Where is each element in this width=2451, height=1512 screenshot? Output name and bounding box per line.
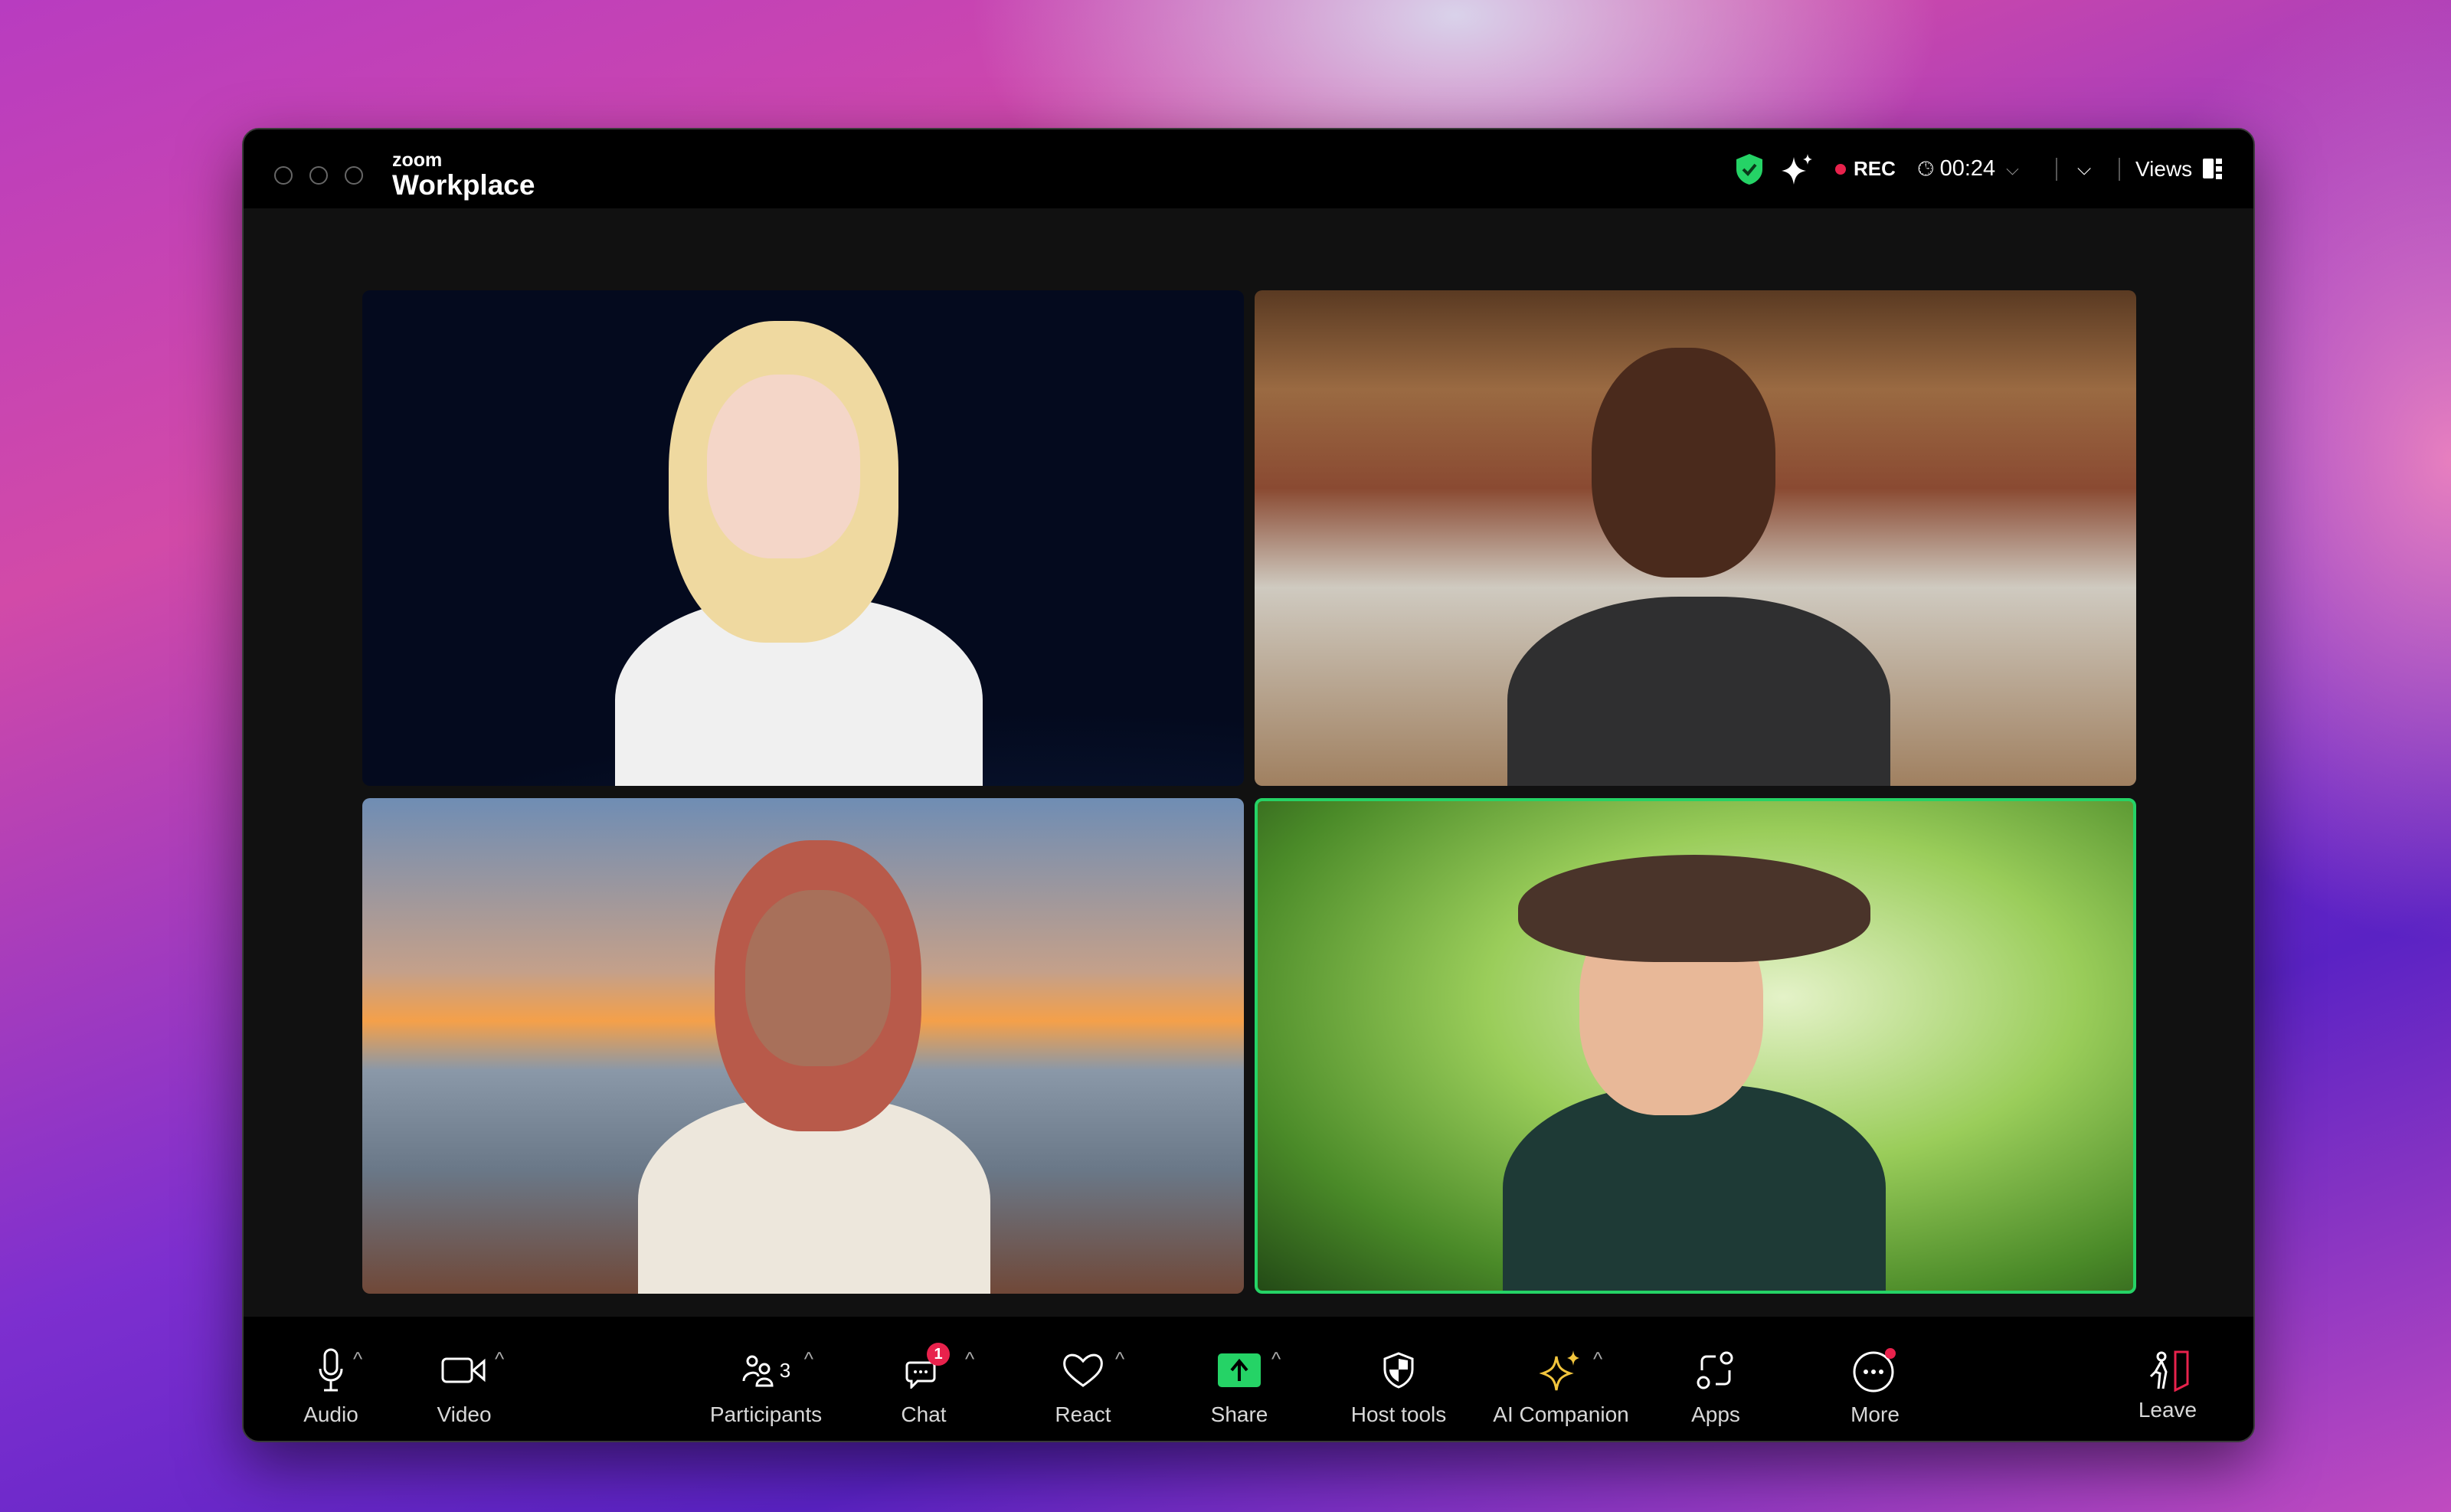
- avatar-body: [1507, 597, 1890, 786]
- video-button[interactable]: ^ Video: [380, 1346, 548, 1427]
- ai-companion-label: AI Companion: [1493, 1402, 1629, 1426]
- chat-button[interactable]: 1 ^ Chat: [839, 1343, 1008, 1427]
- leave-meeting-button[interactable]: Leave: [2083, 1346, 2252, 1422]
- video-label: Video: [437, 1402, 492, 1426]
- video-camera-icon: ^: [441, 1346, 504, 1395]
- apps-icon: [1696, 1346, 1736, 1395]
- avatar-face: [1592, 348, 1775, 578]
- timer-value: 00:24: [1939, 156, 1996, 181]
- title-bar: zoom Workplace REC 🕒︎ 00:24 ⌵ ⌵ Views: [244, 129, 2253, 208]
- rec-dot-icon: [1835, 163, 1846, 175]
- participants-label: Participants: [709, 1402, 823, 1426]
- leave-door-icon: [2145, 1346, 2191, 1395]
- meeting-toolbar: ^ Audio ^ Video 3 ^ Participants 1 ^ Chat …: [244, 1317, 2253, 1441]
- ai-sparkle-icon[interactable]: [1780, 129, 1814, 208]
- apps-button[interactable]: Apps: [1631, 1346, 1800, 1427]
- participants-button[interactable]: 3 ^ Participants: [682, 1346, 850, 1427]
- chat-label: Chat: [901, 1402, 947, 1426]
- share-label: Share: [1210, 1402, 1268, 1426]
- audio-label: Audio: [303, 1402, 358, 1426]
- rec-label: REC: [1854, 157, 1896, 180]
- share-screen-button[interactable]: ^ Share: [1155, 1346, 1324, 1427]
- options-chevron-button[interactable]: ⌵: [2077, 129, 2091, 208]
- zoom-logo: zoom: [392, 149, 443, 171]
- participant-video-tile[interactable]: [1255, 290, 2136, 786]
- recording-indicator[interactable]: REC: [1835, 129, 1896, 208]
- clock-icon: 🕒︎: [1918, 156, 1934, 180]
- avatar-face: [745, 890, 891, 1066]
- avatar-hat: [1518, 855, 1870, 962]
- participant-video-tile[interactable]: [362, 290, 1244, 786]
- unread-chat-badge: 1: [927, 1343, 950, 1366]
- heart-icon: ^: [1062, 1346, 1124, 1395]
- host-tools-button[interactable]: Host tools: [1314, 1346, 1483, 1427]
- more-button[interactable]: More: [1791, 1346, 1959, 1427]
- leave-label: Leave: [2138, 1398, 2197, 1422]
- close-window-button[interactable]: [274, 166, 293, 185]
- maximize-window-button[interactable]: [345, 166, 363, 185]
- views-label: Views: [2135, 156, 2193, 181]
- host-tools-label: Host tools: [1350, 1402, 1447, 1426]
- zoom-window: zoom Workplace REC 🕒︎ 00:24 ⌵ ⌵ Views ^ …: [242, 128, 2255, 1442]
- ai-companion-button[interactable]: ^ AI Companion: [1477, 1346, 1645, 1427]
- chat-icon: 1 ^: [905, 1343, 974, 1395]
- divider: [2119, 129, 2120, 208]
- ai-companion-sparkle-icon: ^: [1540, 1346, 1602, 1395]
- react-button[interactable]: ^ React: [999, 1346, 1167, 1427]
- views-button[interactable]: Views: [2135, 129, 2223, 208]
- encryption-shield-icon[interactable]: [1734, 129, 1765, 208]
- apps-label: Apps: [1691, 1402, 1740, 1426]
- chevron-down-icon: ⌵: [2006, 159, 2019, 178]
- divider: [2056, 129, 2057, 208]
- react-label: React: [1055, 1402, 1111, 1426]
- minimize-window-button[interactable]: [309, 166, 328, 185]
- more-label: More: [1851, 1402, 1900, 1426]
- microphone-icon: ^: [318, 1346, 362, 1395]
- gallery-view-icon: [2203, 159, 2223, 179]
- avatar-body: [1503, 1085, 1886, 1291]
- more-ellipsis-icon: [1852, 1346, 1898, 1395]
- host-shield-icon: [1382, 1346, 1415, 1395]
- active-speaker-video-tile[interactable]: [1255, 798, 2136, 1294]
- avatar-face: [707, 375, 860, 558]
- app-title: Workplace: [392, 169, 535, 201]
- participant-video-tile[interactable]: [362, 798, 1244, 1294]
- meeting-timer[interactable]: 🕒︎ 00:24 ⌵: [1918, 129, 2019, 208]
- participants-icon: 3 ^: [741, 1346, 813, 1395]
- share-arrow-icon: ^: [1218, 1346, 1281, 1395]
- chevron-down-icon: ⌵: [2077, 158, 2092, 179]
- participant-count: 3: [779, 1358, 791, 1382]
